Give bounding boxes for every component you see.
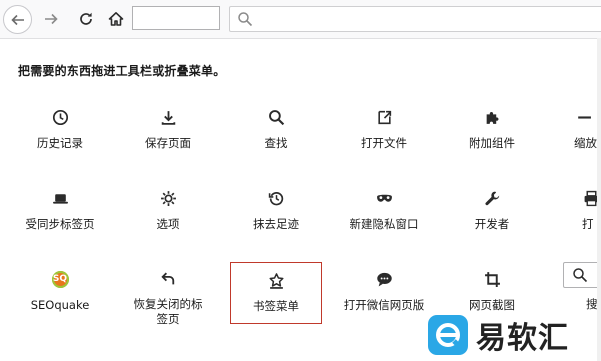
watermark: 易软汇 [428,312,600,358]
search-widget[interactable] [563,262,601,288]
palette-item-open-file[interactable]: 打开文件 [338,100,430,160]
palette-item-find[interactable]: 查找 [230,100,322,160]
palette-item-seoquake[interactable]: SQ SEOquake [14,262,106,322]
find-magnifier-icon [267,108,285,126]
home-icon [108,12,124,26]
search-icon [573,268,588,283]
item-label: 保存页面 [145,136,191,150]
palette-item-addons[interactable]: 附加组件 [446,100,538,160]
search-icon [238,12,253,27]
item-label: 查找 [264,136,288,150]
synced-tabs-icon [51,189,69,207]
zoom-minus-icon [574,108,592,126]
open-file-icon [375,108,393,126]
palette-item-print[interactable]: 打 [554,181,601,241]
chat-bubble-icon [375,270,393,288]
reload-button[interactable] [72,5,100,33]
restore-tab-icon [159,270,177,287]
palette-item-history[interactable]: 历史记录 [14,100,106,160]
item-label: 缩放 [574,136,597,150]
palette-item-restore-tab[interactable]: 恢复关闭的标签页 [122,262,214,326]
private-mask-icon [375,189,393,207]
item-label: 网页截图 [469,298,515,312]
palette-item-bookmarks-menu[interactable]: 书签菜单 [230,262,322,324]
item-label: 打开微信网页版 [343,298,425,312]
seoquake-badge: SQ [51,270,69,288]
reload-icon [80,12,92,25]
e-logo-icon [436,323,460,347]
item-label: 附加组件 [469,136,515,150]
item-label: 选项 [156,217,180,231]
history-clock-icon [51,108,69,126]
palette-item-wechat-web[interactable]: 打开微信网页版 [338,262,430,322]
item-label: 打 [582,217,594,231]
palette-item-save-page[interactable]: 保存页面 [122,100,214,160]
item-label: 开发者 [474,217,510,231]
arrow-right-icon [45,13,58,25]
item-label: 历史记录 [37,136,83,150]
puzzle-piece-icon [483,108,501,126]
palette-item-developer[interactable]: 开发者 [446,181,538,241]
forward-button[interactable] [37,5,65,33]
item-label: 新建隐私窗口 [349,217,419,231]
palette-item-zoom[interactable]: 缩放 [554,100,601,160]
page-title: 把需要的东西拖进工具栏或折叠菜单。 [18,64,226,78]
item-label: SEOquake [30,298,90,312]
palette-item-options[interactable]: 选项 [122,181,214,241]
item-label: 受同步标签页 [25,217,95,231]
palette-item-synced-tabs[interactable]: 受同步标签页 [14,181,106,241]
home-button[interactable] [102,5,130,33]
back-button[interactable] [3,5,32,34]
watermark-text: 易软汇 [476,321,569,356]
bookmark-star-icon [267,271,285,289]
save-page-icon [159,108,177,126]
crop-screenshot-icon [483,270,501,288]
palette-item-forget[interactable]: 抹去足迹 [230,181,322,241]
item-label: 书签菜单 [253,299,299,313]
arrow-left-icon [10,14,24,25]
search-input[interactable] [229,6,601,32]
forget-history-icon [267,189,285,207]
flexible-space-box[interactable] [132,6,220,30]
palette-item-private-window[interactable]: 新建隐私窗口 [338,181,430,241]
item-label: 打开文件 [361,136,407,150]
wrench-icon [483,189,501,207]
item-label: 抹去足迹 [253,217,299,231]
navigation-toolbar [0,0,601,39]
item-label: 恢复关闭的标签页 [133,297,203,326]
seoquake-icon: SQ [51,270,69,288]
gear-icon [159,189,177,207]
watermark-logo [428,315,468,355]
